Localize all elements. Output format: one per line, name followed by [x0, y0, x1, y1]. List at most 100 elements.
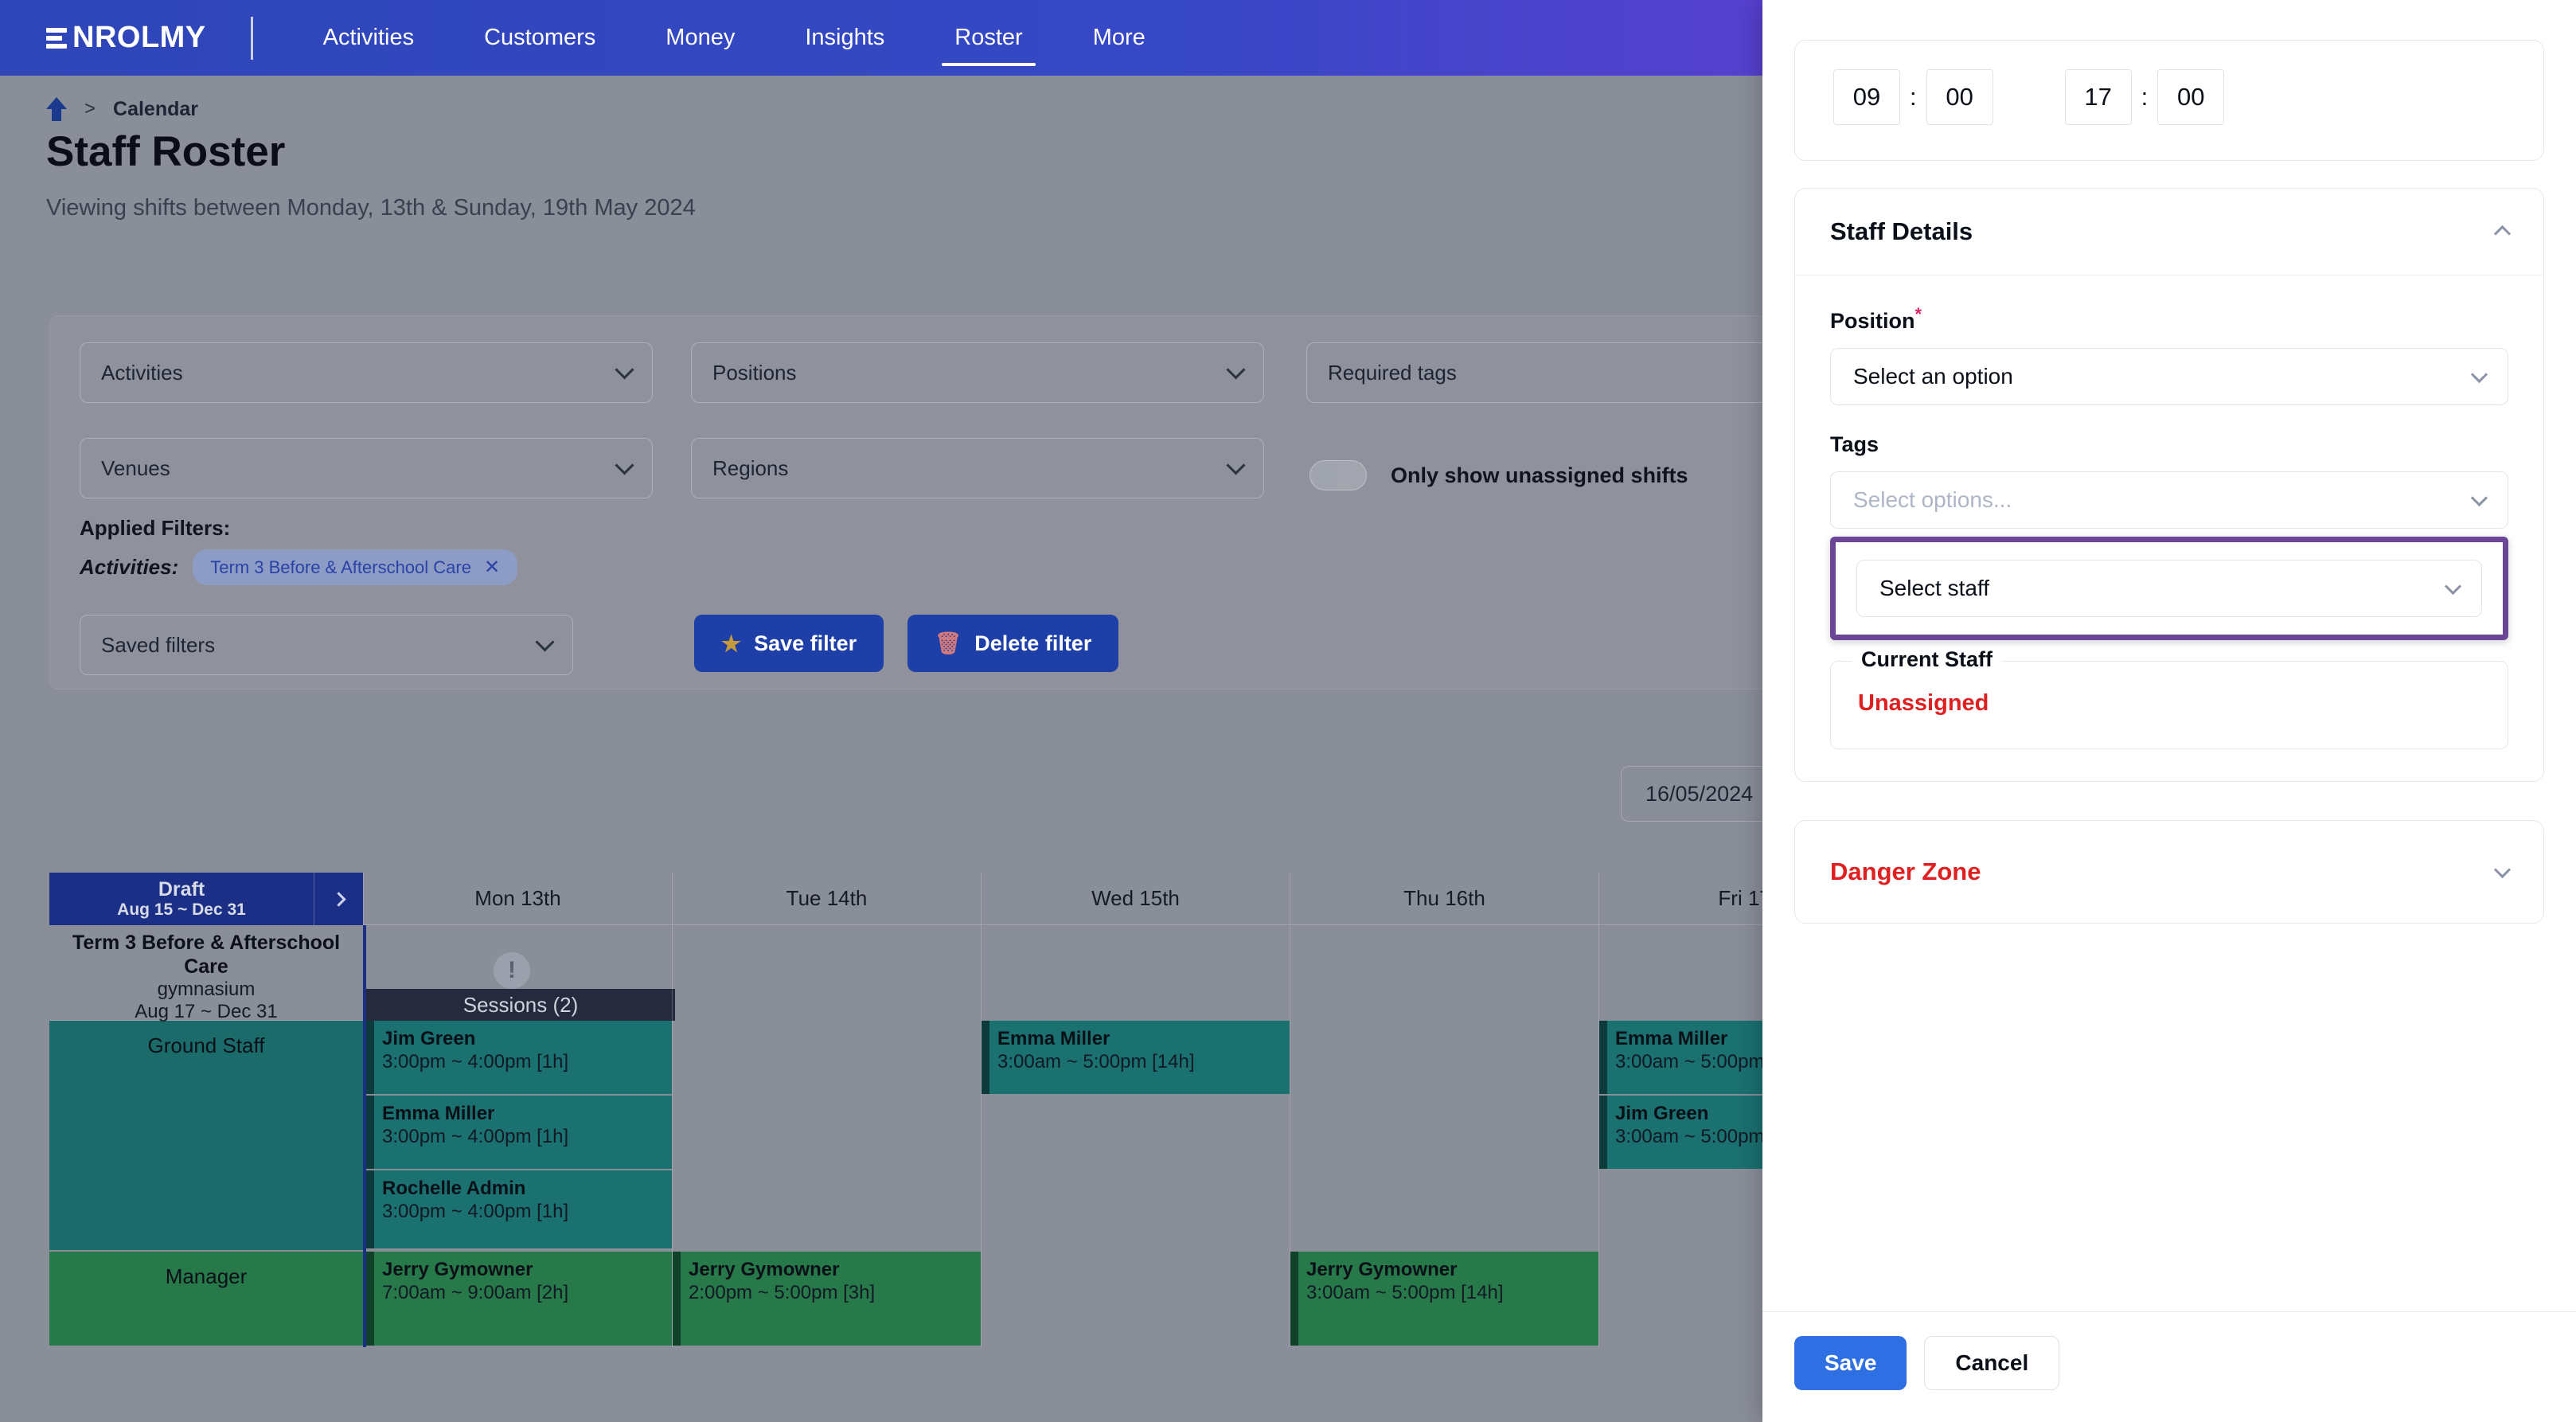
cancel-button[interactable]: Cancel — [1924, 1336, 2060, 1390]
home-icon[interactable] — [46, 97, 67, 121]
danger-zone-header[interactable]: Danger Zone — [1795, 821, 2543, 923]
ground-cell-thu — [1290, 1021, 1598, 1252]
shift-staff-name: Rochelle Admin — [382, 1178, 526, 1199]
save-button[interactable]: Save — [1794, 1336, 1907, 1390]
save-filter-label: Save filter — [754, 631, 857, 655]
sessions-cell-tue[interactable] — [672, 925, 981, 1021]
nav-item-more[interactable]: More — [1058, 0, 1181, 76]
day-header-mon: Mon 13th — [363, 873, 672, 925]
ground-cell-tue — [672, 1021, 981, 1252]
select-staff-dropdown[interactable]: Select staff — [1856, 560, 2482, 617]
calendar-left-column: Term 3 Before & Afterschool Care gymnasi… — [49, 925, 363, 1347]
venues-filter-select[interactable]: Venues — [80, 438, 653, 498]
draft-range: Aug 15 ~ Dec 31 — [117, 900, 246, 920]
position-field: Position* Select an option — [1830, 304, 2508, 405]
toggle-knob — [1313, 463, 1338, 488]
shift-card[interactable]: Emma Miller 3:00pm ~ 4:00pm [1h] — [366, 1096, 672, 1170]
staff-details-header[interactable]: Staff Details — [1795, 189, 2543, 275]
manager-cell-wed — [981, 1252, 1290, 1347]
sessions-banner[interactable]: Sessions (2) — [366, 989, 675, 1021]
applied-filter-chip[interactable]: Term 3 Before & Afterschool Care ✕ — [193, 549, 518, 585]
shift-card[interactable]: Rochelle Admin 3:00pm ~ 4:00pm [1h] — [366, 1170, 672, 1250]
end-minute-input[interactable]: 00 — [2157, 69, 2225, 125]
current-staff-legend: Current Staff — [1852, 647, 2003, 672]
start-hour-input[interactable]: 09 — [1833, 69, 1900, 125]
empty-slot[interactable] — [982, 1252, 1290, 1347]
nav-label: Money — [665, 25, 736, 50]
draft-badge[interactable]: Draft Aug 15 ~ Dec 31 — [49, 873, 314, 925]
only-unassigned-label: Only show unassigned shifts — [1391, 463, 1688, 487]
alert-icon[interactable]: ! — [494, 952, 530, 989]
shift-card[interactable]: Jerry Gymowner 3:00am ~ 5:00pm [14h] — [1290, 1252, 1598, 1347]
chevron-down-icon — [2470, 365, 2488, 383]
shift-card[interactable]: Emma Miller 3:00am ~ 5:00pm [14h] — [982, 1021, 1290, 1096]
sessions-cell-mon[interactable]: ! Sessions (2) — [363, 925, 675, 1021]
close-icon[interactable]: ✕ — [484, 556, 500, 579]
shift-staff-name: Emma Miller — [382, 1103, 495, 1124]
shift-time: 3:00pm ~ 4:00pm [1h] — [382, 1201, 569, 1223]
unassigned-shifts-toggle-wrap: Only show unassigned shifts — [1309, 460, 1688, 490]
nav-item-money[interactable]: Money — [630, 0, 770, 76]
regions-filter-value: Regions — [712, 455, 789, 480]
enrolmy-logo[interactable]: NROLMY — [46, 21, 206, 55]
activity-info-cell: Term 3 Before & Afterschool Care gymnasi… — [49, 925, 363, 1022]
tags-placeholder: Select options... — [1853, 487, 2012, 512]
enrolmy-e-icon — [46, 27, 67, 49]
chevron-down-icon — [535, 632, 555, 652]
saved-filters-select[interactable]: Saved filters — [80, 615, 573, 675]
next-period-button[interactable] — [314, 873, 363, 925]
empty-slot[interactable] — [982, 1096, 1290, 1252]
page-subtitle: Viewing shifts between Monday, 13th & Su… — [46, 195, 696, 221]
required-asterisk: * — [1914, 304, 1922, 324]
nav-item-roster[interactable]: Roster — [919, 0, 1057, 76]
chevron-down-icon — [1226, 360, 1246, 380]
shift-time: 2:00pm ~ 5:00pm [3h] — [689, 1282, 876, 1304]
nav-item-customers[interactable]: Customers — [449, 0, 630, 76]
danger-zone-title: Danger Zone — [1830, 857, 1981, 885]
shift-time: 3:00am ~ 5:00pm [14h] — [997, 1051, 1195, 1073]
required-tags-filter-value: Required tags — [1328, 360, 1457, 385]
breadcrumb-separator: > — [84, 98, 96, 119]
positions-filter-select[interactable]: Positions — [691, 342, 1264, 403]
chevron-down-icon[interactable] — [2493, 861, 2512, 878]
time-separator: : — [2141, 83, 2149, 111]
position-select[interactable]: Select an option — [1830, 348, 2508, 405]
draft-label: Draft — [158, 877, 205, 900]
nav-items: Activities Customers Money Insights Rost… — [288, 0, 1181, 76]
staff-details-card: Staff Details Position* Select an option — [1794, 188, 2544, 782]
start-hour-value: 09 — [1852, 83, 1881, 111]
tags-select[interactable]: Select options... — [1830, 471, 2508, 529]
nav-label: Activities — [322, 25, 415, 50]
activity-name: Term 3 Before & Afterschool Care — [72, 932, 341, 978]
sessions-cell-thu[interactable] — [1290, 925, 1598, 1021]
activities-filter-select[interactable]: Activities — [80, 342, 653, 403]
nav-label: Roster — [954, 25, 1023, 50]
nav-label: Insights — [805, 25, 885, 50]
end-hour-input[interactable]: 17 — [2064, 69, 2132, 125]
delete-filter-button[interactable]: 🗑 Delete filter — [907, 615, 1119, 672]
current-staff-fieldset: Current Staff Unassigned — [1830, 647, 2508, 749]
role-text: Ground Staff — [147, 1033, 265, 1057]
regions-filter-select[interactable]: Regions — [691, 438, 1264, 498]
empty-slot[interactable] — [673, 1021, 981, 1252]
end-minute-value: 00 — [2177, 83, 2205, 111]
shift-card[interactable]: Jim Green 3:00pm ~ 4:00pm [1h] — [366, 1021, 672, 1096]
start-minute-input[interactable]: 00 — [1926, 69, 1993, 125]
save-filter-button[interactable]: ★ Save filter — [694, 615, 884, 672]
ground-cell-wed: Emma Miller 3:00am ~ 5:00pm [14h] — [981, 1021, 1290, 1252]
breadcrumb-item-calendar[interactable]: Calendar — [113, 98, 198, 121]
chip-label: Term 3 Before & Afterschool Care — [210, 557, 471, 577]
danger-zone-card[interactable]: Danger Zone — [1794, 820, 2544, 924]
only-unassigned-toggle[interactable] — [1309, 460, 1367, 490]
shift-card[interactable]: Jerry Gymowner 2:00pm ~ 5:00pm [3h] — [673, 1252, 981, 1347]
select-staff-value: Select staff — [1879, 576, 1990, 600]
sessions-cell-wed[interactable] — [981, 925, 1290, 1021]
drawer-body: 09 : 00 17 : 00 Staff Details Position* — [1762, 0, 2576, 1311]
ground-cell-mon: Jim Green 3:00pm ~ 4:00pm [1h] Emma Mill… — [363, 1021, 672, 1252]
empty-slot[interactable] — [1290, 1021, 1598, 1252]
nav-item-insights[interactable]: Insights — [770, 0, 919, 76]
shift-card[interactable]: Jerry Gymowner 7:00am ~ 9:00am [2h] — [366, 1252, 672, 1347]
chevron-up-icon[interactable] — [2493, 225, 2512, 243]
tags-label: Tags — [1830, 432, 1879, 456]
nav-item-activities[interactable]: Activities — [288, 0, 449, 76]
